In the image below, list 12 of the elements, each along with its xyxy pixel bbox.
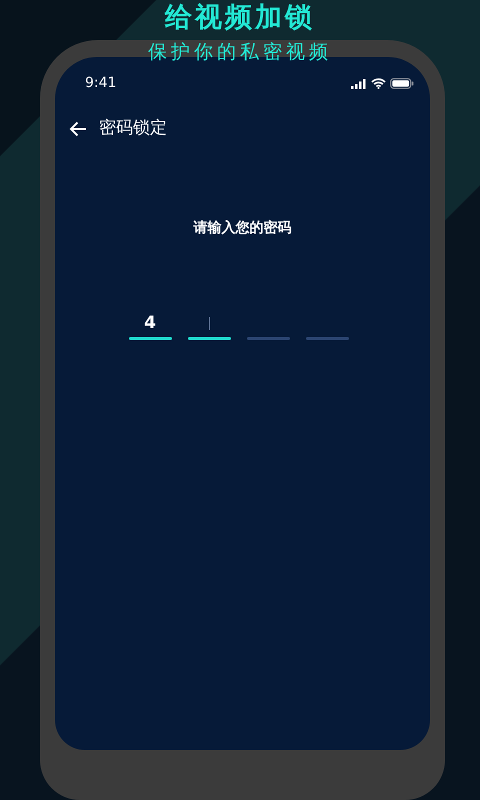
banner-title: 给视频加锁 — [164, 1, 316, 31]
back-arrow-icon[interactable] — [69, 120, 87, 137]
page-title: 密码锁定 — [99, 117, 167, 140]
pin-underline[interactable] — [128, 336, 172, 340]
password-prompt: 请输入您的密码 — [194, 220, 292, 236]
banner-subtitle: 保护你的私密视频 — [147, 43, 333, 62]
wifi-icon — [371, 78, 386, 89]
pin-underline[interactable] — [188, 336, 230, 340]
pin-digit: 4 — [144, 312, 156, 335]
battery-icon — [390, 78, 414, 89]
signal-icon — [351, 78, 367, 88]
status-time: 9:41 — [85, 74, 116, 93]
